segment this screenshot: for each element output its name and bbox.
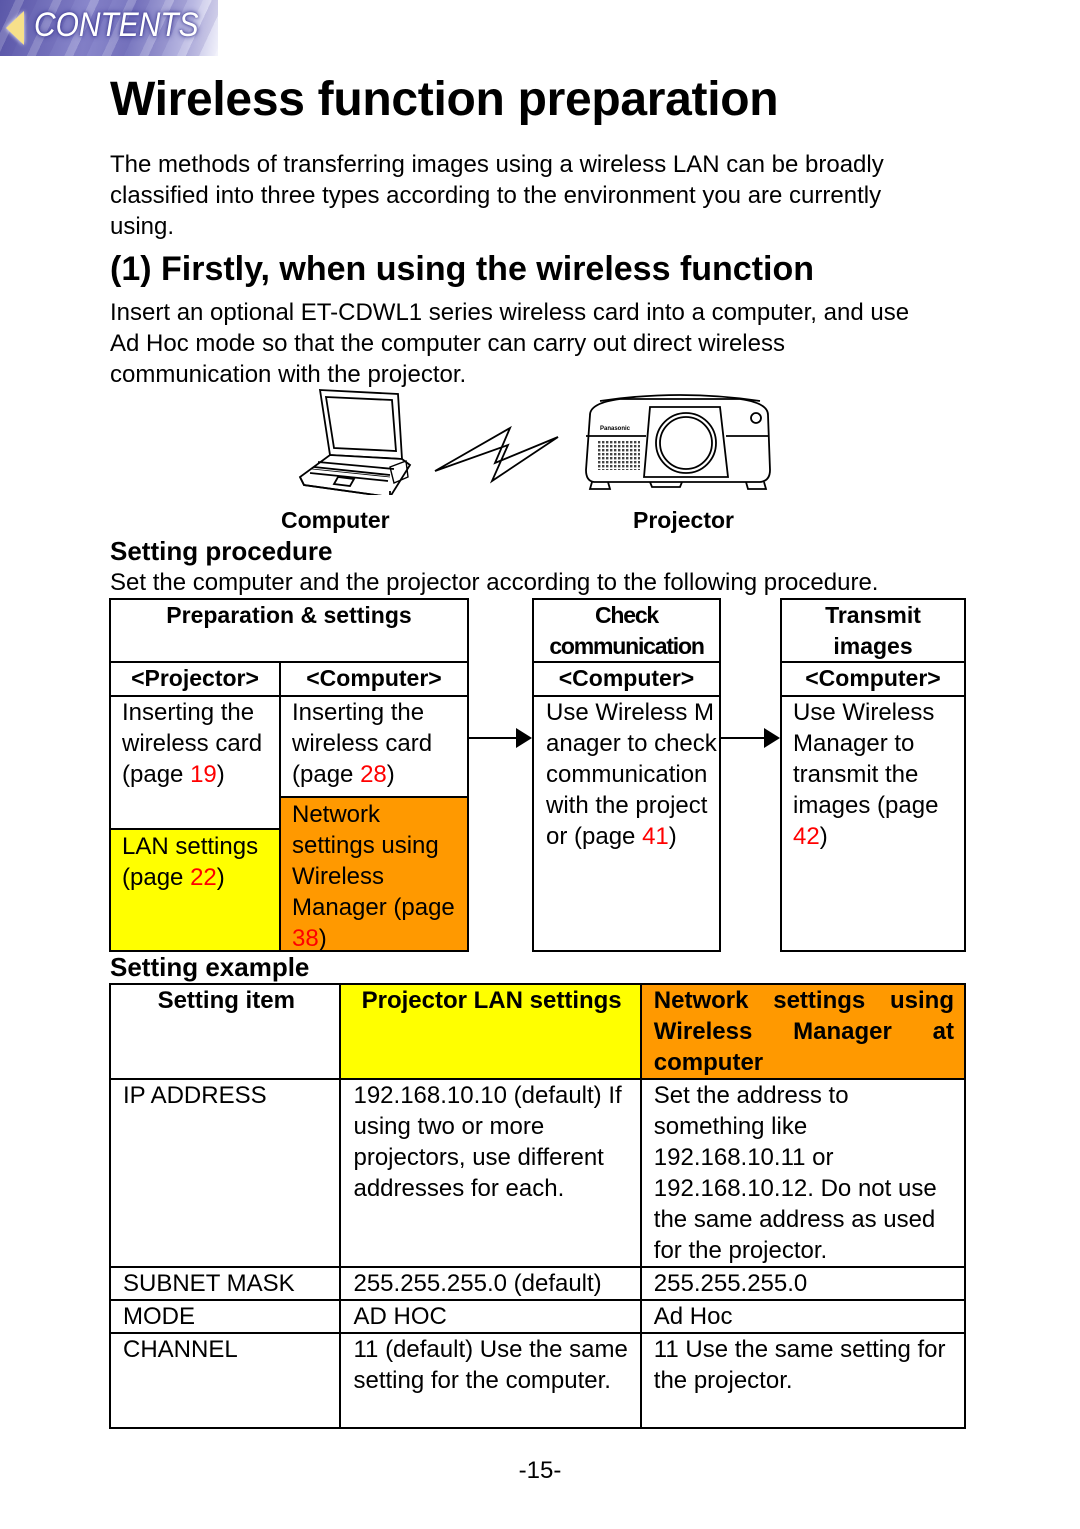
projector-value-cell: 255.255.255.0 (default) xyxy=(339,1266,642,1301)
page-link[interactable]: 41 xyxy=(642,823,669,850)
computer-value-cell: Ad Hoc xyxy=(639,1299,967,1334)
table-row: SUBNET MASK 255.255.255.0 (default) 255.… xyxy=(108,1266,967,1301)
step-transmit-images-box: Transmit images <Computer> Use Wireless … xyxy=(780,598,966,952)
page-number: -15- xyxy=(518,1457,562,1484)
page-link[interactable]: 38 xyxy=(292,925,319,952)
step-check-title: Check communication xyxy=(549,602,705,659)
setting-item-cell: SUBNET MASK xyxy=(108,1266,342,1301)
header-setting-item: Setting item xyxy=(108,983,342,1080)
page-link[interactable]: 19 xyxy=(190,761,217,788)
procedure-paragraph: Set the computer and the projector accor… xyxy=(110,569,879,596)
computer-network-settings-step: Network settings using Wireless Manager … xyxy=(281,796,467,952)
procedure-heading: Setting procedure xyxy=(110,536,333,566)
intro-paragraph: The methods of transferring images using… xyxy=(110,151,884,240)
header-projector-lan: Projector LAN settings xyxy=(339,983,642,1080)
setting-example-table: Setting item Projector LAN settings Netw… xyxy=(108,983,967,1429)
step-check-body: Use Wireless Manager to check communicat… xyxy=(546,699,717,850)
flow-arrow-head-icon xyxy=(764,728,780,748)
flow-arrow-head-icon xyxy=(516,728,532,748)
computer-insert-card-step: Inserting the wireless card (page 28) xyxy=(292,699,433,788)
step-preparation-title: Preparation & settings xyxy=(166,602,412,628)
flow-arrow-line xyxy=(469,737,519,739)
projector-label: Projector xyxy=(633,507,734,533)
page-title: Wireless function preparation xyxy=(110,73,779,126)
page-link[interactable]: 42 xyxy=(793,823,820,850)
step-check-communication-box: Check communication <Computer> Use Wirel… xyxy=(532,598,721,952)
example-heading: Setting example xyxy=(110,952,310,982)
header-wireless-manager: Network settings using Wireless Manager … xyxy=(639,983,967,1080)
section-paragraph: Insert an optional ET-CDWL1 series wirel… xyxy=(110,299,910,388)
page-link[interactable]: 28 xyxy=(360,761,387,788)
projector-speaker-grille xyxy=(598,440,640,470)
projector-brand: Panasonic xyxy=(600,426,631,432)
projector-column-header: <Projector> xyxy=(131,665,259,691)
projector-lan-settings-step: LAN settings (page 22) xyxy=(111,828,279,950)
setting-item-cell: MODE xyxy=(108,1299,342,1334)
table-row: IP ADDRESS 192.168.10.10 (default) If us… xyxy=(108,1078,967,1268)
page-link[interactable]: 22 xyxy=(190,864,217,891)
step-transmit-header: <Computer> xyxy=(805,665,941,691)
setting-item-cell: IP ADDRESS xyxy=(108,1078,342,1268)
table-header-row: Setting item Projector LAN settings Netw… xyxy=(108,983,967,1080)
computer-value-cell: 11 Use the same setting for the projecto… xyxy=(639,1332,967,1429)
step-preparation-box: Preparation & settings <Projector> <Comp… xyxy=(109,598,469,952)
back-arrow-icon xyxy=(6,11,24,45)
wireless-signal-icon xyxy=(434,425,559,484)
step-transmit-title: Transmit images xyxy=(825,602,921,659)
projector-insert-card-step: Inserting the wireless card (page 19) xyxy=(122,699,263,788)
computer-value-cell: 255.255.255.0 xyxy=(639,1266,967,1301)
computer-column-header: <Computer> xyxy=(306,665,442,691)
projector-value-cell: 192.168.10.10 (default) If using two or … xyxy=(339,1078,642,1268)
projector-value-cell: 11 (default) Use the same setting for th… xyxy=(339,1332,642,1429)
wireless-illustration: Panasonic xyxy=(298,389,771,495)
table-row: CHANNEL 11 (default) Use the same settin… xyxy=(108,1332,967,1429)
section-heading: (1) Firstly, when using the wireless fun… xyxy=(110,250,815,288)
computer-value-cell: Set the address to something like 192.16… xyxy=(639,1078,967,1268)
setting-item-cell: CHANNEL xyxy=(108,1332,342,1429)
projector-value-cell: AD HOC xyxy=(339,1299,642,1334)
laptop-icon xyxy=(298,389,412,495)
contents-label: CONTENTS xyxy=(34,6,199,44)
step-transmit-body: Use Wireless Manager to transmit the ima… xyxy=(793,699,939,850)
table-row: MODE AD HOC Ad Hoc xyxy=(108,1299,967,1334)
contents-button[interactable]: CONTENTS xyxy=(0,0,218,56)
flow-arrow-line xyxy=(721,737,767,739)
computer-label: Computer xyxy=(281,507,390,533)
step-check-header: <Computer> xyxy=(558,665,695,691)
